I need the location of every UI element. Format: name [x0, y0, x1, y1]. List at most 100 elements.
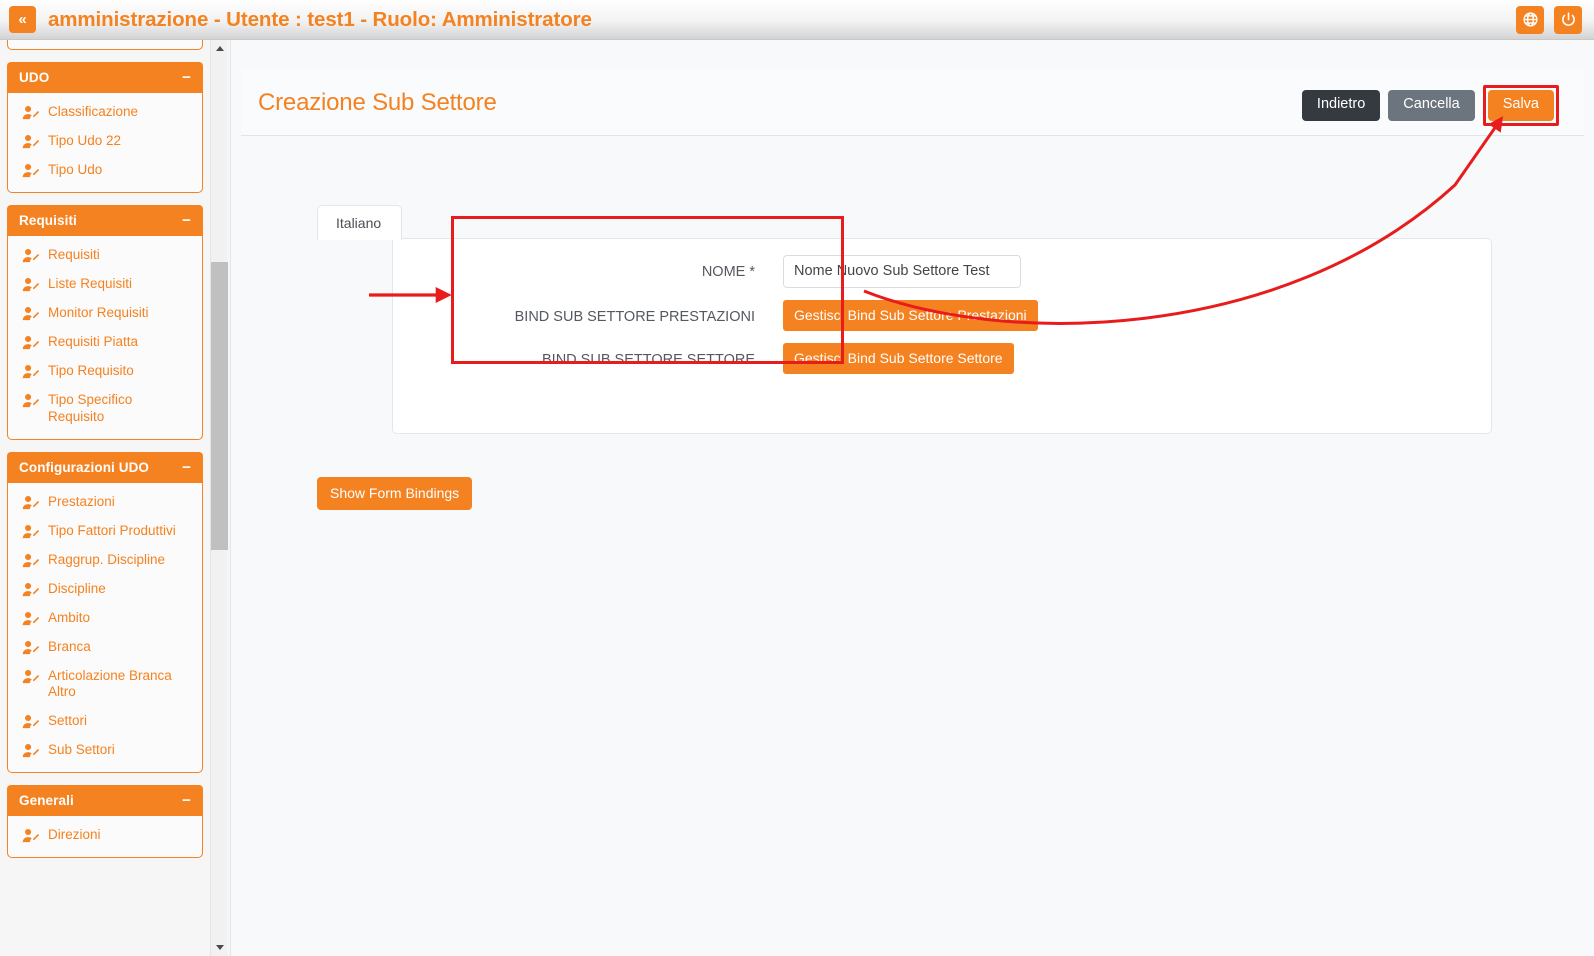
user-edit-icon	[22, 248, 40, 264]
sidebar-item-discipline[interactable]: Discipline	[8, 575, 202, 604]
sidebar-group-generali: Generali − Direzioni	[7, 785, 203, 858]
sidebar-item-requisiti-piatta[interactable]: Requisiti Piatta	[8, 328, 202, 357]
sidebar-item-label: Raggrup. Discipline	[48, 552, 192, 569]
header-actions	[1516, 6, 1582, 34]
sidebar-item-sede-operative-geolocalizzazione[interactable]: Sede Operative Geolocalizzazione	[8, 40, 202, 42]
user-edit-icon	[22, 553, 40, 569]
bind-prestazioni-label: BIND SUB SETTORE PRESTAZIONI	[433, 300, 783, 327]
user-edit-icon	[22, 105, 40, 121]
form-row-bind-settore: BIND SUB SETTORE SETTORE Gestisci Bind S…	[433, 343, 1433, 374]
sidebar-item-tipo-requisito[interactable]: Tipo Requisito	[8, 357, 202, 386]
sidebar-item-label: Requisiti	[48, 247, 192, 264]
language-button[interactable]	[1516, 6, 1544, 34]
sidebar-item-tipo-fattori-produttivi[interactable]: Tipo Fattori Produttivi	[8, 517, 202, 546]
sidebar-item-articolazione-branca-altro[interactable]: Articolazione Branca Altro	[8, 662, 202, 708]
bind-prestazioni-field: Gestisci Bind Sub Settore Prestazioni	[783, 300, 1433, 331]
sidebar-item-label: Tipo Requisito	[48, 363, 192, 380]
save-button[interactable]: Salva	[1488, 90, 1554, 121]
sidebar-item-label: Monitor Requisiti	[48, 305, 192, 322]
sidebar-item-tipo-specifico-requisito[interactable]: Tipo Specifico Requisito	[8, 386, 202, 432]
sidebar-item-label: Tipo Fattori Produttivi	[48, 523, 192, 540]
sidebar-item-label: Discipline	[48, 581, 192, 598]
user-edit-icon	[22, 640, 40, 656]
user-edit-icon	[22, 669, 40, 685]
bind-settore-label: BIND SUB SETTORE SETTORE	[433, 343, 783, 370]
sidebar-item-monitor-requisiti[interactable]: Monitor Requisiti	[8, 299, 202, 328]
sidebar-group-header-generali[interactable]: Generali −	[7, 785, 203, 816]
logout-button[interactable]	[1554, 6, 1582, 34]
sidebar-group-body: Classificazione Tipo Udo 22 Tipo Udo	[7, 93, 203, 193]
user-edit-icon	[22, 495, 40, 511]
scrollbar-up-button[interactable]	[211, 40, 228, 57]
scrollbar-thumb[interactable]	[211, 262, 228, 550]
form-row-bind-prestazioni: BIND SUB SETTORE PRESTAZIONI Gestisci Bi…	[433, 300, 1433, 331]
sidebar-item-liste-requisiti[interactable]: Liste Requisiti	[8, 270, 202, 299]
page-action-buttons: Indietro Cancella Salva	[1302, 85, 1559, 126]
sidebar-item-raggrup-discipline[interactable]: Raggrup. Discipline	[8, 546, 202, 575]
sidebar-group-title: UDO	[19, 70, 49, 85]
collapse-toggle-icon[interactable]: −	[182, 460, 191, 475]
cancel-button[interactable]: Cancella	[1388, 90, 1474, 121]
save-button-highlight: Salva	[1483, 85, 1559, 126]
sidebar-item-direzioni[interactable]: Direzioni	[8, 821, 202, 850]
user-edit-icon	[22, 611, 40, 627]
show-form-bindings-button[interactable]: Show Form Bindings	[317, 477, 472, 510]
sidebar-group-body: Prestazioni Tipo Fattori Produttivi Ragg…	[7, 483, 203, 774]
double-chevron-left-icon: «	[18, 11, 26, 28]
globe-icon	[1522, 11, 1539, 28]
collapse-toggle-icon[interactable]: −	[182, 793, 191, 808]
sidebar-group-header-requisiti[interactable]: Requisiti −	[7, 205, 203, 236]
sidebar-item-label: Sub Settori	[48, 742, 192, 759]
sidebar-item-label: Branca	[48, 639, 192, 656]
language-tabs: Italiano	[317, 203, 402, 239]
gestisci-bind-settore-button[interactable]: Gestisci Bind Sub Settore Settore	[783, 343, 1014, 374]
sidebar-collapse-button[interactable]: «	[9, 6, 36, 33]
page-title: Creazione Sub Settore	[258, 89, 497, 117]
nome-field	[783, 255, 1433, 288]
form-row-nome: NOME *	[433, 255, 1433, 288]
sidebar-item-label: Tipo Specifico Requisito	[48, 392, 192, 426]
sidebar-group-body: Sede Operative Geolocalizzazione	[7, 40, 203, 50]
power-icon	[1560, 11, 1577, 28]
sidebar-item-branca[interactable]: Branca	[8, 633, 202, 662]
user-edit-icon	[22, 306, 40, 322]
sidebar-item-classificazione[interactable]: Classificazione	[8, 98, 202, 127]
back-button[interactable]: Indietro	[1302, 90, 1380, 121]
collapse-toggle-icon[interactable]: −	[182, 213, 191, 228]
user-edit-icon	[22, 335, 40, 351]
sidebar-item-sub-settori[interactable]: Sub Settori	[8, 736, 202, 765]
sidebar-scroll-region: Sede Operative Geolocalizzazione UDO − C…	[0, 40, 210, 956]
sidebar-item-label: Tipo Udo	[48, 162, 192, 179]
gestisci-bind-prestazioni-button[interactable]: Gestisci Bind Sub Settore Prestazioni	[783, 300, 1038, 331]
sidebar-group-header-configurazioni-udo[interactable]: Configurazioni UDO −	[7, 452, 203, 483]
sidebar-group-title: Requisiti	[19, 213, 77, 228]
sidebar-scrollbar[interactable]	[210, 40, 227, 956]
form-card: NOME * BIND SUB SETTORE PRESTAZIONI Gest…	[392, 238, 1492, 434]
sidebar-item-label: Requisiti Piatta	[48, 334, 192, 351]
sidebar-group-body: Direzioni	[7, 816, 203, 858]
sidebar-item-label: Direzioni	[48, 827, 192, 844]
sidebar-item-tipo-udo-22[interactable]: Tipo Udo 22	[8, 127, 202, 156]
sidebar-item-tipo-udo[interactable]: Tipo Udo	[8, 156, 202, 185]
sidebar-item-requisiti[interactable]: Requisiti	[8, 241, 202, 270]
scrollbar-down-button[interactable]	[211, 939, 228, 956]
nome-input[interactable]	[783, 255, 1021, 288]
caret-up-icon	[216, 46, 224, 51]
app-title: amministrazione - Utente : test1 - Ruolo…	[48, 8, 592, 32]
sidebar-item-prestazioni[interactable]: Prestazioni	[8, 488, 202, 517]
collapse-toggle-icon[interactable]: −	[182, 70, 191, 85]
sidebar-item-ambito[interactable]: Ambito	[8, 604, 202, 633]
caret-down-icon	[216, 945, 224, 950]
user-edit-icon	[22, 393, 40, 409]
sidebar-group-body: Requisiti Liste Requisiti Monitor Requis…	[7, 236, 203, 440]
user-edit-icon	[22, 364, 40, 380]
user-edit-icon	[22, 163, 40, 179]
user-edit-icon	[22, 714, 40, 730]
sidebar-item-label: Ambito	[48, 610, 192, 627]
app-header: « amministrazione - Utente : test1 - Ruo…	[0, 0, 1594, 40]
tab-italiano[interactable]: Italiano	[317, 205, 402, 240]
sidebar-group-header-udo[interactable]: UDO −	[7, 62, 203, 93]
sidebar-item-settori[interactable]: Settori	[8, 707, 202, 736]
user-edit-icon	[22, 277, 40, 293]
sidebar-menu: Sede Operative Geolocalizzazione UDO − C…	[7, 40, 203, 858]
